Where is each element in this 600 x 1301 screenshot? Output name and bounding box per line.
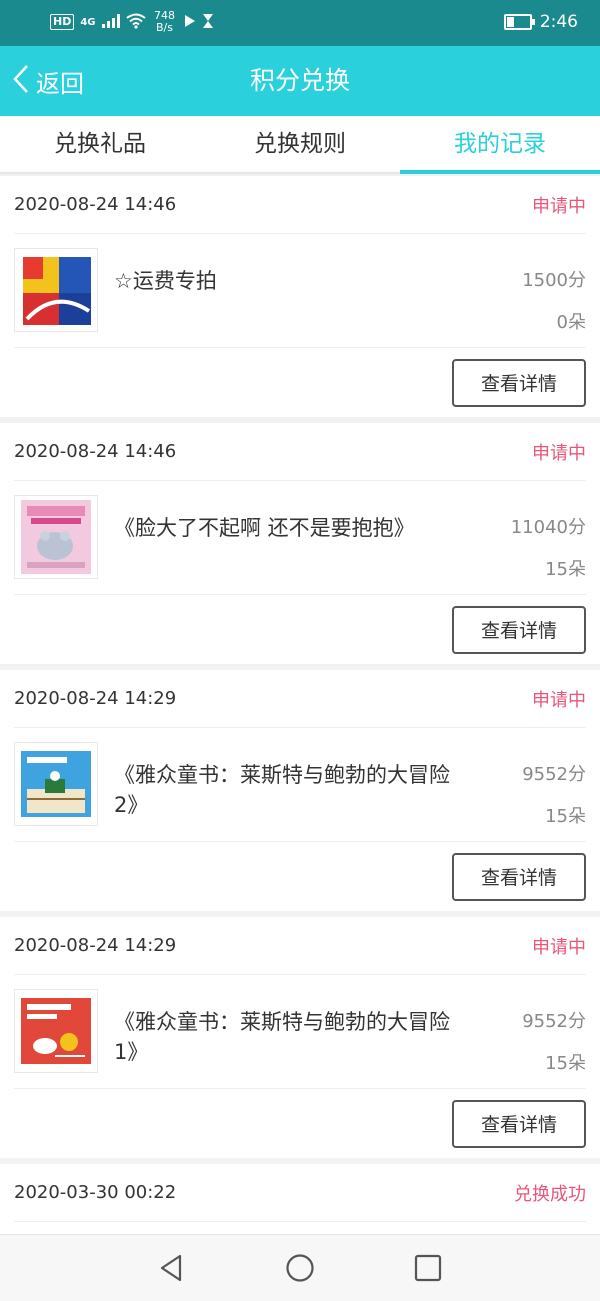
record-footer: 查看详情	[14, 842, 586, 911]
nav-back-icon[interactable]	[156, 1253, 186, 1283]
record-date: 2020-08-24 14:29	[14, 935, 177, 956]
status-bar: HD 4G 748 B/s 2:46	[0, 0, 600, 46]
record-body	[14, 1222, 586, 1234]
view-details-button[interactable]: 查看详情	[452, 852, 586, 901]
play-icon	[184, 14, 196, 31]
record-card: 2020-08-24 14:46 申请中 ☆运费专拍 1500分 0朵 查看详情	[0, 176, 600, 417]
record-header: 2020-08-24 14:46 申请中	[14, 423, 586, 481]
record-values: 9552分 15朵	[466, 1007, 586, 1091]
tab-my-records[interactable]: 我的记录	[400, 116, 600, 174]
record-points: 9552分	[522, 764, 586, 785]
record-values: 11040分 15朵	[466, 513, 586, 597]
record-card: 2020-08-24 14:46 申请中 《脸大了不起啊 还不是要抱抱》 110…	[0, 423, 600, 664]
product-thumbnail[interactable]	[14, 989, 98, 1073]
product-thumbnail[interactable]	[14, 248, 98, 332]
record-card: 2020-08-24 14:29 申请中 《雅众童书：莱斯特与鲍勃的大冒险1》 …	[0, 917, 600, 1158]
product-name: 《雅众童书：莱斯特与鲍勃的大冒险2》	[114, 763, 450, 817]
record-header: 2020-08-24 14:46 申请中	[14, 176, 586, 234]
record-flowers: 15朵	[545, 806, 586, 827]
app-header: 返回 积分兑换	[0, 46, 600, 116]
record-points: 9552分	[522, 1011, 586, 1032]
record-status: 申请中	[532, 936, 586, 958]
record-values: 1500分 0朵	[466, 266, 586, 350]
nav-home-icon[interactable]	[285, 1253, 315, 1283]
record-status: 兑换成功	[514, 1183, 586, 1205]
status-time: 2:46	[539, 12, 578, 32]
records-list[interactable]: 2020-08-24 14:46 申请中 ☆运费专拍 1500分 0朵 查看详情…	[0, 176, 600, 1234]
record-status: 申请中	[532, 689, 586, 711]
record-flowers: 15朵	[545, 559, 586, 580]
hourglass-icon	[202, 13, 214, 32]
product-name: 《雅众童书：莱斯特与鲍勃的大冒险1》	[114, 1010, 450, 1064]
record-card: 2020-03-30 00:22 兑换成功	[0, 1164, 600, 1234]
net-speed: 748 B/s	[152, 10, 178, 34]
record-status: 申请中	[532, 195, 586, 217]
status-right: 2:46	[503, 12, 578, 32]
view-details-button[interactable]: 查看详情	[452, 1099, 586, 1148]
record-date: 2020-08-24 14:46	[14, 441, 177, 462]
record-footer: 查看详情	[14, 348, 586, 417]
record-body: 《雅众童书：莱斯特与鲍勃的大冒险2》 9552分 15朵	[14, 728, 586, 842]
system-nav-bar	[0, 1234, 600, 1301]
network-label: 4G	[80, 16, 96, 28]
record-body: ☆运费专拍 1500分 0朵	[14, 234, 586, 348]
view-details-button[interactable]: 查看详情	[452, 358, 586, 407]
wifi-icon	[125, 13, 146, 32]
chevron-left-icon	[12, 64, 30, 98]
nav-recent-apps-icon[interactable]	[413, 1253, 443, 1283]
record-header: 2020-08-24 14:29 申请中	[14, 917, 586, 975]
signal-icon	[101, 13, 120, 31]
back-button[interactable]: 返回	[12, 46, 84, 116]
net-speed-unit: B/s	[156, 21, 173, 34]
record-points: 1500分	[522, 270, 586, 291]
record-footer: 查看详情	[14, 595, 586, 664]
record-header: 2020-03-30 00:22 兑换成功	[14, 1164, 586, 1222]
battery-icon	[503, 14, 535, 30]
record-date: 2020-08-24 14:46	[14, 194, 177, 215]
product-name: ☆运费专拍	[114, 269, 217, 293]
record-footer: 查看详情	[14, 1089, 586, 1158]
record-date: 2020-03-30 00:22	[14, 1182, 177, 1203]
back-label: 返回	[36, 69, 84, 98]
view-details-button[interactable]: 查看详情	[452, 605, 586, 654]
product-thumbnail[interactable]	[14, 742, 98, 826]
record-points: 11040分	[510, 517, 586, 538]
record-card: 2020-08-24 14:29 申请中 《雅众童书：莱斯特与鲍勃的大冒险2》 …	[0, 670, 600, 911]
record-body: 《脸大了不起啊 还不是要抱抱》 11040分 15朵	[14, 481, 586, 595]
record-date: 2020-08-24 14:29	[14, 688, 177, 709]
record-header: 2020-08-24 14:29 申请中	[14, 670, 586, 728]
record-body: 《雅众童书：莱斯特与鲍勃的大冒险1》 9552分 15朵	[14, 975, 586, 1089]
hd-badge: HD	[50, 14, 75, 30]
status-left: HD 4G 748 B/s	[50, 10, 214, 34]
record-status: 申请中	[532, 442, 586, 464]
record-flowers: 0朵	[556, 312, 586, 333]
page-title: 积分兑换	[249, 66, 350, 95]
record-flowers: 15朵	[545, 1053, 586, 1074]
product-thumbnail[interactable]	[14, 495, 98, 579]
record-values: 9552分 15朵	[466, 760, 586, 844]
tab-bar: 兑换礼品 兑换规则 我的记录	[0, 116, 600, 174]
tab-exchange-rules[interactable]: 兑换规则	[200, 116, 400, 172]
tab-exchange-gifts[interactable]: 兑换礼品	[0, 116, 200, 172]
product-name: 《脸大了不起啊 还不是要抱抱》	[114, 516, 415, 540]
